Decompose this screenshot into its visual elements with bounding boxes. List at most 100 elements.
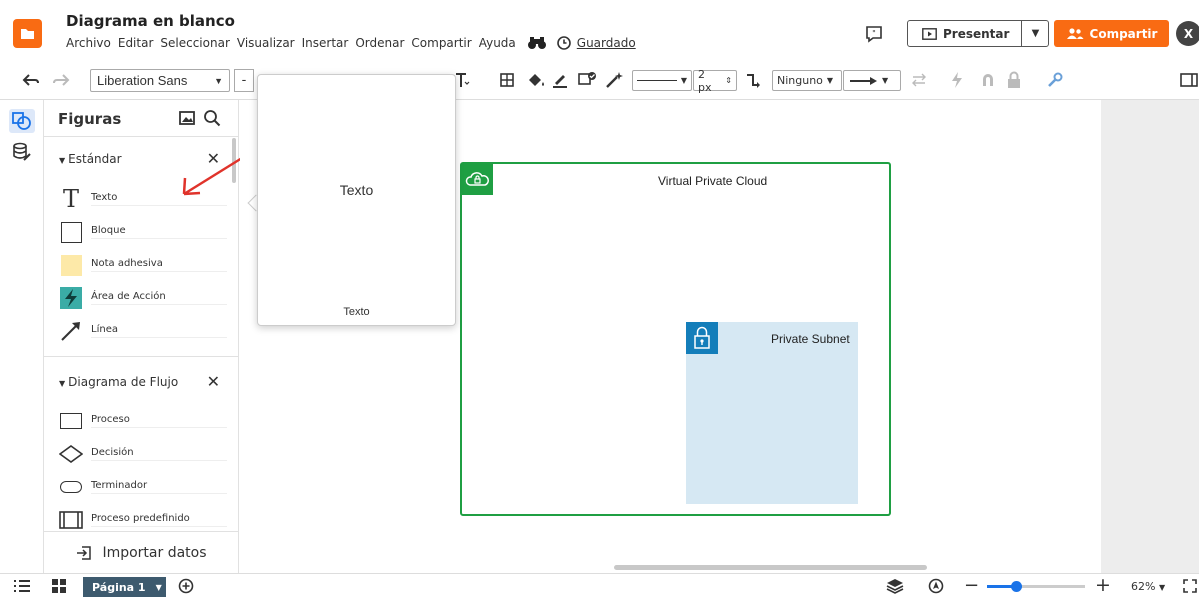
find-binoculars-icon[interactable] <box>527 36 547 50</box>
zoom-level-select[interactable]: 62% ▼ <box>1131 580 1165 593</box>
shapes-library-icon[interactable] <box>9 109 35 133</box>
clock-icon <box>556 36 571 50</box>
line-style-select[interactable]: ▼ <box>632 70 692 91</box>
svg-text:": " <box>872 29 876 38</box>
lightning-icon[interactable] <box>950 71 964 89</box>
left-rail <box>0 100 44 573</box>
import-icon <box>77 545 92 560</box>
section-header-estandar[interactable]: ▼ Estándar <box>59 152 122 166</box>
close-section-icon[interactable]: ✕ <box>207 372 220 391</box>
end-arrow-select[interactable]: ▼ <box>843 70 901 91</box>
comment-icon[interactable]: " <box>864 24 884 44</box>
shape-item-terminador[interactable]: Terminador <box>59 474 227 500</box>
lock-icon[interactable] <box>1006 71 1022 89</box>
line-color-icon[interactable] <box>551 71 569 89</box>
menu-editar[interactable]: Editar <box>118 36 154 50</box>
shape-item-proceso[interactable]: Proceso <box>59 408 227 434</box>
private-subnet[interactable]: Private Subnet <box>686 322 858 504</box>
block-icon <box>59 220 83 244</box>
fill-color-icon[interactable] <box>526 71 546 89</box>
zoom-out-icon[interactable]: − <box>964 575 979 596</box>
decrease-font-button[interactable]: - <box>234 69 254 92</box>
vpc-title[interactable]: Virtual Private Cloud <box>658 174 767 188</box>
shape-item-bloque[interactable]: Bloque <box>59 219 227 245</box>
predefined-process-icon <box>59 508 83 532</box>
format-painter-icon[interactable] <box>577 71 597 89</box>
connector-style-icon[interactable] <box>744 71 762 89</box>
process-icon <box>59 409 83 433</box>
saved-label: Guardado <box>576 36 636 50</box>
page-tab[interactable]: Página 1 ▼ <box>83 577 166 597</box>
menu-seleccionar[interactable]: Seleccionar <box>160 36 229 50</box>
saved-status[interactable]: Guardado <box>556 36 636 50</box>
preview-text: Texto <box>339 182 374 198</box>
menu-visualizar[interactable]: Visualizar <box>237 36 295 50</box>
title-bar: Diagrama en blanco Archivo Editar Selecc… <box>0 0 1199 62</box>
horizontal-scrollbar[interactable] <box>614 565 927 570</box>
text-options-icon[interactable] <box>454 72 470 88</box>
cloud-lock-icon <box>462 164 493 195</box>
sticky-note-icon <box>59 253 83 277</box>
shape-preview-popup: Texto Texto <box>257 74 456 326</box>
preview-caption: Texto <box>343 306 370 318</box>
table-icon[interactable] <box>498 71 516 89</box>
image-search-icon[interactable] <box>178 109 196 127</box>
search-icon[interactable] <box>203 109 221 127</box>
undo-icon[interactable] <box>22 71 40 89</box>
grid-view-icon[interactable] <box>51 578 67 594</box>
panel-title: Figuras <box>58 110 122 128</box>
menu-ayuda[interactable]: Ayuda <box>479 36 516 50</box>
line-icon <box>59 319 83 343</box>
shape-item-decision[interactable]: Decisión <box>59 441 227 467</box>
zoom-slider-knob[interactable] <box>1011 581 1023 592</box>
action-area-icon <box>59 286 83 310</box>
fullscreen-icon[interactable] <box>1183 579 1197 593</box>
zoom-in-icon[interactable]: + <box>1095 574 1111 596</box>
shape-item-proceso-predefinido[interactable]: Proceso predefinido <box>59 507 227 533</box>
redo-icon[interactable] <box>52 71 70 89</box>
data-linking-icon[interactable] <box>12 142 32 162</box>
toolbar: Liberation Sans ▼ - ▼ 2 px ⇕ Ninguno ▼ ▼ <box>0 62 1199 100</box>
swap-arrows-icon[interactable] <box>910 71 928 89</box>
start-arrow-select[interactable]: Ninguno ▼ <box>772 70 842 91</box>
text-icon: T <box>62 185 79 213</box>
list-view-icon[interactable] <box>13 578 31 594</box>
app-logo-icon[interactable] <box>13 19 42 48</box>
shape-item-linea[interactable]: Línea <box>59 318 227 344</box>
present-group: Presentar ▼ <box>907 20 1050 47</box>
subnet-lock-icon <box>686 322 718 354</box>
status-bar: Página 1 ▼ − + 62% ▼ <box>0 573 1199 598</box>
play-icon <box>922 27 937 40</box>
present-dropdown-icon[interactable]: ▼ <box>1022 21 1048 46</box>
canvas-gutter <box>1101 100 1199 573</box>
present-button[interactable]: Presentar <box>908 21 1023 46</box>
share-button[interactable]: Compartir <box>1054 20 1169 47</box>
magic-wand-icon[interactable] <box>604 71 626 89</box>
chevron-down-icon: ▼ <box>214 75 223 86</box>
menu-ordenar[interactable]: Ordenar <box>355 36 404 50</box>
menu-bar: Archivo Editar Seleccionar Visualizar In… <box>66 36 636 50</box>
navigation-icon[interactable] <box>928 578 944 594</box>
annotation-arrow-icon <box>182 156 243 196</box>
font-family-select[interactable]: Liberation Sans ▼ <box>90 69 230 92</box>
line-width-select[interactable]: 2 px ⇕ <box>693 68 737 94</box>
menu-compartir[interactable]: Compartir <box>411 36 471 50</box>
section-header-diagrama-de-flujo[interactable]: ▼ Diagrama de Flujo <box>59 375 178 389</box>
chevron-down-icon[interactable]: ▼ <box>156 583 162 592</box>
magnet-icon[interactable] <box>980 71 996 89</box>
shape-item-area-de-accion[interactable]: Área de Acción <box>59 285 227 311</box>
shape-item-nota-adhesiva[interactable]: Nota adhesiva <box>59 252 227 278</box>
panel-toggle-icon[interactable] <box>1180 71 1198 89</box>
add-page-icon[interactable] <box>178 578 194 594</box>
zoom-slider[interactable] <box>987 581 1085 592</box>
wrench-icon[interactable] <box>1046 71 1064 89</box>
document-title[interactable]: Diagrama en blanco <box>66 12 235 30</box>
terminator-icon <box>59 475 83 499</box>
layers-icon[interactable] <box>886 578 904 594</box>
menu-insertar[interactable]: Insertar <box>302 36 349 50</box>
subnet-title[interactable]: Private Subnet <box>771 332 850 346</box>
import-data-button[interactable]: Importar datos <box>44 531 239 573</box>
menu-archivo[interactable]: Archivo <box>66 36 111 50</box>
decision-icon <box>59 442 83 466</box>
avatar[interactable]: X <box>1176 21 1199 46</box>
